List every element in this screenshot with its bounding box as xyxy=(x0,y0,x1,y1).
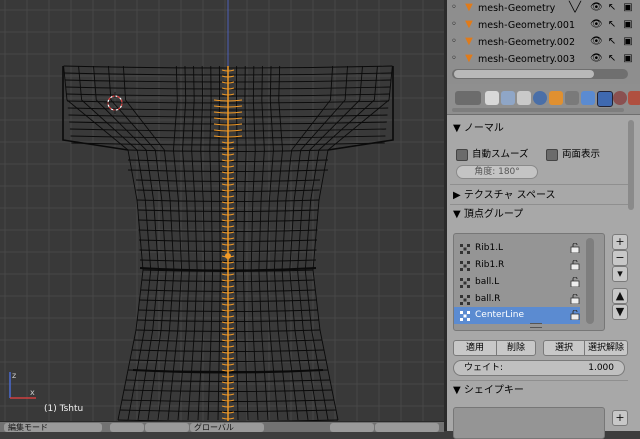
mesh-icon: ▼ xyxy=(465,19,473,30)
list-item[interactable]: ball.L xyxy=(454,274,580,291)
auto-smooth-label: 自動スムーズ xyxy=(472,149,529,160)
normals-panel-header[interactable]: ▼ ノーマル xyxy=(453,121,633,137)
modifier-icon: ╲╱ xyxy=(569,2,582,13)
list-item[interactable]: ball.R xyxy=(454,291,580,308)
data-tab-icon[interactable] xyxy=(597,91,613,107)
editor-type-icon[interactable] xyxy=(455,91,481,105)
expand-icon[interactable]: ◦ xyxy=(448,19,460,31)
list-item[interactable]: Rib1.L xyxy=(454,240,580,257)
weight-slider[interactable]: ウェイト: 1.000 xyxy=(453,360,625,376)
eye-icon[interactable]: 👁 xyxy=(590,2,603,14)
lock-icon[interactable] xyxy=(570,276,580,288)
material-tab-icon[interactable] xyxy=(613,91,627,105)
vertex-groups-panel-header[interactable]: ▼ 頂点グループ xyxy=(453,207,633,223)
panel-divider xyxy=(450,380,628,381)
mesh-icon: ▼ xyxy=(465,53,473,64)
outliner-row[interactable]: ◦ ▼ mesh-Geometry.002 👁 ↖ ▣ xyxy=(447,34,640,51)
add-shape-key-button[interactable]: + xyxy=(612,410,628,426)
expand-icon[interactable]: ◦ xyxy=(448,36,460,48)
render-icon[interactable]: ▣ xyxy=(622,53,634,65)
cursor-icon[interactable]: ↖ xyxy=(606,36,618,48)
render-icon[interactable]: ▣ xyxy=(622,36,634,48)
vertex-group-icon xyxy=(460,278,470,288)
list-resize-handle[interactable] xyxy=(530,323,542,328)
lock-icon[interactable] xyxy=(570,293,580,305)
svg-text:z: z xyxy=(12,371,16,380)
vertex-group-icon xyxy=(460,311,470,321)
weight-value: 1.000 xyxy=(588,363,614,373)
auto-smooth-checkbox[interactable] xyxy=(456,149,468,161)
list-item-selected[interactable]: CenterLine xyxy=(454,307,580,324)
assign-button[interactable]: 適用 xyxy=(453,340,497,356)
expand-icon[interactable]: ◦ xyxy=(448,53,460,65)
vertex-group-icon xyxy=(460,244,470,254)
double-sided-label: 両面表示 xyxy=(562,149,601,160)
mesh-icon: ▼ xyxy=(465,36,473,47)
eye-icon[interactable]: 👁 xyxy=(590,36,603,48)
angle-field[interactable]: 角度: 180° xyxy=(456,165,538,179)
scrollbar-thumb[interactable] xyxy=(454,70,594,78)
lock-icon[interactable] xyxy=(570,309,580,321)
list-scrollbar[interactable] xyxy=(586,238,594,324)
texture-space-panel-header[interactable]: ▶ テクスチャ スペース xyxy=(453,188,633,204)
outliner-row[interactable]: ◦ ▼ mesh-Geometry.003 👁 ↖ ▣ xyxy=(447,51,640,68)
cursor-icon[interactable]: ↖ xyxy=(606,2,618,14)
weight-label: ウェイト: xyxy=(464,363,504,373)
expand-icon[interactable]: ◦ xyxy=(448,2,460,14)
outliner-scrollbar[interactable] xyxy=(452,69,628,79)
panel-divider xyxy=(450,204,628,205)
constraints-tab-icon[interactable] xyxy=(565,91,579,105)
list-item[interactable]: Rib1.R xyxy=(454,257,580,274)
render-icon[interactable]: ▣ xyxy=(622,2,634,14)
cursor-icon[interactable]: ↖ xyxy=(606,19,618,31)
viewport-header-bar: 編集モード グローバル xyxy=(0,421,444,432)
svg-text:x: x xyxy=(30,388,35,397)
world-tab-icon[interactable] xyxy=(533,91,547,105)
render-icon[interactable]: ▣ xyxy=(622,19,634,31)
eye-icon[interactable]: 👁 xyxy=(590,19,603,31)
move-up-button[interactable]: ▲ xyxy=(612,288,628,304)
object-tab-icon[interactable] xyxy=(549,91,563,105)
shape-keys-panel-header[interactable]: ▼ シェイプキー xyxy=(453,383,633,399)
shape-key-list[interactable] xyxy=(453,407,605,439)
texture-tab-icon[interactable] xyxy=(628,91,640,105)
mesh-icon: ▼ xyxy=(465,2,473,13)
render-tab-icon[interactable] xyxy=(485,91,499,105)
outliner-row[interactable]: ◦ ▼ mesh-Geometry ╲╱ 👁 ↖ ▣ xyxy=(447,0,640,17)
specials-menu-button[interactable]: ▾ xyxy=(612,266,628,282)
select-button[interactable]: 選択 xyxy=(543,340,585,356)
panel-divider xyxy=(450,184,628,185)
remove-group-button[interactable]: − xyxy=(612,250,628,266)
vertex-group-icon xyxy=(460,295,470,305)
scene-tab-icon[interactable] xyxy=(517,91,531,105)
modifiers-tab-icon[interactable] xyxy=(581,91,595,105)
lock-icon[interactable] xyxy=(570,259,580,271)
vertex-group-list[interactable]: Rib1.L Rib1.R ball.L ball.R CenterLine xyxy=(453,233,605,331)
double-sided-checkbox[interactable] xyxy=(546,149,558,161)
layers-tab-icon[interactable] xyxy=(501,91,515,105)
eye-icon[interactable]: 👁 xyxy=(590,53,603,65)
remove-button[interactable]: 削除 xyxy=(496,340,536,356)
object-label: (1) Tshtu xyxy=(44,404,84,414)
deselect-button[interactable]: 選択解除 xyxy=(584,340,628,356)
outliner-row[interactable]: ◦ ▼ mesh-Geometry.001 👁 ↖ ▣ xyxy=(447,17,640,34)
move-down-button[interactable]: ▼ xyxy=(612,304,628,320)
vertex-group-icon xyxy=(460,261,470,271)
tab-scroll-indicator xyxy=(452,108,624,112)
lock-icon[interactable] xyxy=(570,242,580,254)
cursor-icon[interactable]: ↖ xyxy=(606,53,618,65)
3d-viewport[interactable]: z x (1) Tshtu xyxy=(0,0,444,421)
mesh-wireframe: z x xyxy=(0,0,444,421)
add-group-button[interactable]: + xyxy=(612,234,628,250)
